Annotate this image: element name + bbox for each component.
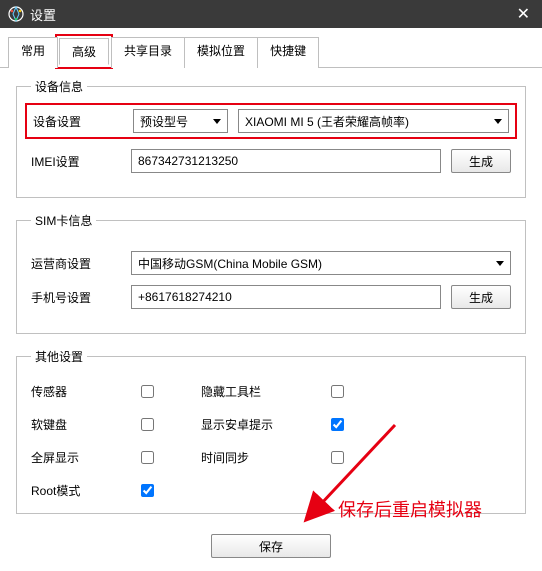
imei-generate-button[interactable]: 生成 [451, 149, 511, 173]
imei-row: IMEI设置 867342731213250 生成 [31, 149, 511, 173]
phone-generate-button[interactable]: 生成 [451, 285, 511, 309]
root-mode-label: Root模式 [31, 482, 141, 499]
show-android-tip-checkbox[interactable] [331, 418, 344, 431]
annotation-text: 保存后重启模拟器 [338, 496, 482, 522]
other-settings-legend: 其他设置 [31, 348, 87, 365]
soft-keyboard-label: 软键盘 [31, 416, 141, 433]
phone-row: 手机号设置 +8617618274210 生成 [31, 285, 511, 309]
tab-advanced[interactable]: 高级 [59, 38, 109, 65]
sim-info-group: SIM卡信息 运营商设置 中国移动GSM(China Mobile GSM) 手… [16, 212, 526, 334]
time-sync-checkbox[interactable] [331, 451, 344, 464]
phone-value: +8617618274210 [138, 290, 232, 304]
carrier-label: 运营商设置 [31, 255, 121, 272]
titlebar: 设置 ✕ [0, 0, 542, 28]
tab-mock-location[interactable]: 模拟位置 [184, 37, 258, 68]
device-setting-label: 设备设置 [33, 113, 123, 130]
tab-hotkeys[interactable]: 快捷键 [257, 37, 319, 68]
carrier-row: 运营商设置 中国移动GSM(China Mobile GSM) [31, 251, 511, 275]
imei-label: IMEI设置 [31, 153, 121, 170]
chevron-down-icon [213, 119, 221, 124]
carrier-dropdown[interactable]: 中国移动GSM(China Mobile GSM) [131, 251, 511, 275]
sensor-label: 传感器 [31, 383, 141, 400]
preset-model-value: 预设型号 [140, 113, 188, 130]
fullscreen-label: 全屏显示 [31, 449, 141, 466]
tab-bar: 常用 高级 共享目录 模拟位置 快捷键 [0, 28, 542, 68]
hide-toolbar-checkbox[interactable] [331, 385, 344, 398]
imei-input[interactable]: 867342731213250 [131, 149, 441, 173]
tab-shared-dir[interactable]: 共享目录 [111, 37, 185, 68]
sensor-checkbox[interactable] [141, 385, 154, 398]
phone-label: 手机号设置 [31, 289, 121, 306]
hide-toolbar-label: 隐藏工具栏 [201, 383, 331, 400]
show-android-tip-label: 显示安卓提示 [201, 416, 331, 433]
imei-value: 867342731213250 [138, 154, 238, 168]
carrier-value: 中国移动GSM(China Mobile GSM) [138, 255, 322, 272]
app-logo-icon [8, 6, 24, 22]
device-info-group: 设备信息 设备设置 预设型号 XIAOMI MI 5 (王者荣耀高帧率) IME… [16, 78, 526, 198]
fullscreen-checkbox[interactable] [141, 451, 154, 464]
chevron-down-icon [496, 261, 504, 266]
chevron-down-icon [494, 119, 502, 124]
save-button[interactable]: 保存 [211, 534, 331, 558]
phone-input[interactable]: +8617618274210 [131, 285, 441, 309]
device-info-legend: 设备信息 [31, 78, 87, 95]
soft-keyboard-checkbox[interactable] [141, 418, 154, 431]
tab-common[interactable]: 常用 [8, 37, 58, 68]
time-sync-label: 时间同步 [201, 449, 331, 466]
preset-model-dropdown[interactable]: 预设型号 [133, 109, 228, 133]
close-icon[interactable]: ✕ [513, 4, 534, 24]
window-title: 设置 [30, 5, 513, 24]
content-area: 设备信息 设备设置 预设型号 XIAOMI MI 5 (王者荣耀高帧率) IME… [0, 68, 542, 568]
save-area: 保存 [16, 528, 526, 568]
other-settings-group: 其他设置 传感器 隐藏工具栏 软键盘 显示安卓提示 全屏显示 时间同步 Root… [16, 348, 526, 514]
device-setting-row: 设备设置 预设型号 XIAOMI MI 5 (王者荣耀高帧率) [25, 103, 517, 139]
highlight-advanced-tab: 高级 [55, 34, 113, 69]
root-mode-checkbox[interactable] [141, 484, 154, 497]
device-model-dropdown[interactable]: XIAOMI MI 5 (王者荣耀高帧率) [238, 109, 509, 133]
device-model-value: XIAOMI MI 5 (王者荣耀高帧率) [245, 113, 409, 130]
sim-info-legend: SIM卡信息 [31, 212, 96, 229]
